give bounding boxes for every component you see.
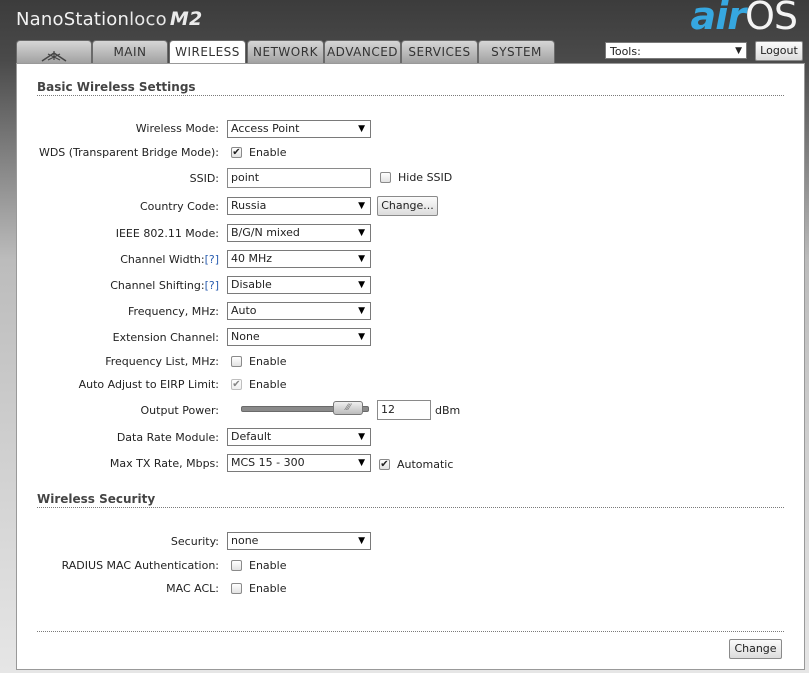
wds-enable-label: Enable	[249, 146, 287, 159]
airos-logo: airOS	[690, 0, 798, 38]
data-rate-module-label: Data Rate Module:	[116, 431, 219, 444]
channel-width-help-link[interactable]: [?]	[205, 253, 219, 266]
max-tx-automatic-checkbox[interactable]	[379, 459, 390, 470]
extension-channel-value: None	[231, 330, 260, 343]
output-power-label: Output Power:	[140, 404, 219, 417]
chevron-down-icon: ▼	[358, 458, 365, 468]
ieee-mode-select[interactable]: B/G/N mixed ▼	[227, 224, 371, 242]
device-brand: NanoStationloco M2	[16, 8, 202, 30]
change-country-button[interactable]: Change...	[377, 196, 438, 216]
chevron-down-icon: ▼	[358, 254, 365, 264]
auto-adjust-eirp-label: Auto Adjust to EIRP Limit:	[78, 378, 219, 391]
max-tx-rate-label: Max TX Rate, Mbps:	[109, 457, 219, 470]
tab-network[interactable]: NETWORK	[247, 40, 324, 64]
chevron-down-icon: ▼	[358, 228, 365, 238]
airos-logo-air: air	[690, 0, 746, 38]
output-power-slider-handle[interactable]: ⁄⁄⁄	[333, 401, 364, 415]
tools-select-value: Tools:	[610, 45, 641, 58]
frequency-label: Frequency, MHz:	[127, 305, 219, 318]
tab-advanced[interactable]: ADVANCED	[324, 40, 401, 64]
chevron-down-icon: ▼	[358, 332, 365, 342]
frequency-list-label: Frequency List, MHz:	[105, 355, 219, 368]
tools-select[interactable]: Tools: ▼	[605, 42, 747, 59]
max-tx-rate-select[interactable]: MCS 15 - 300 ▼	[227, 454, 371, 472]
ssid-label: SSID:	[189, 172, 219, 185]
brand-name: NanoStation	[16, 9, 130, 30]
channel-shifting-label-text: Channel Shifting:	[110, 279, 205, 292]
extension-channel-select[interactable]: None ▼	[227, 328, 371, 346]
channel-shifting-value: Disable	[231, 278, 272, 291]
radius-mac-auth-enable-label: Enable	[249, 559, 287, 572]
data-rate-module-select[interactable]: Default ▼	[227, 428, 371, 446]
tab-services[interactable]: SERVICES	[401, 40, 478, 64]
brand-sub: loco	[129, 9, 167, 30]
section-divider	[37, 95, 784, 96]
auto-adjust-eirp-checkbox[interactable]	[231, 379, 242, 390]
country-code-label: Country Code:	[139, 200, 219, 213]
wireless-mode-label: Wireless Mode:	[135, 122, 219, 135]
chevron-down-icon: ▼	[358, 432, 365, 442]
channel-width-value: 40 MHz	[231, 252, 273, 265]
ssid-input[interactable]: point	[227, 168, 371, 188]
tab-system[interactable]: SYSTEM	[478, 40, 555, 64]
chevron-down-icon: ▼	[358, 306, 365, 316]
chevron-down-icon: ▼	[358, 280, 365, 290]
radius-mac-auth-label: RADIUS MAC Authentication:	[61, 559, 219, 572]
channel-shifting-select[interactable]: Disable ▼	[227, 276, 371, 294]
wireless-security-title: Wireless Security	[37, 492, 156, 506]
radius-mac-auth-checkbox[interactable]	[231, 560, 242, 571]
wds-label: WDS (Transparent Bridge Mode):	[38, 146, 219, 159]
chevron-down-icon: ▼	[735, 46, 742, 56]
ssid-value: point	[231, 171, 260, 184]
output-power-input[interactable]: 12	[377, 400, 431, 420]
footer-divider	[37, 631, 784, 632]
airos-logo-os: OS	[744, 0, 798, 38]
tab-wireless[interactable]: WIRELESS	[169, 40, 246, 65]
ieee-mode-value: B/G/N mixed	[231, 226, 300, 239]
tab-ubiquiti-logo[interactable]	[16, 40, 92, 64]
frequency-list-enable-label: Enable	[249, 355, 287, 368]
brand-model: M2	[169, 8, 203, 30]
logout-button[interactable]: Logout	[755, 41, 803, 61]
mac-acl-enable-label: Enable	[249, 582, 287, 595]
basic-wireless-settings-title: Basic Wireless Settings	[37, 80, 196, 94]
data-rate-module-value: Default	[231, 430, 272, 443]
wireless-mode-value: Access Point	[231, 122, 300, 135]
channel-width-select[interactable]: 40 MHz ▼	[227, 250, 371, 268]
channel-width-label-text: Channel Width:	[120, 253, 205, 266]
hide-ssid-checkbox[interactable]	[380, 172, 391, 183]
wireless-settings-panel: Basic Wireless Settings Wireless Mode: A…	[16, 63, 805, 670]
hide-ssid-label: Hide SSID	[398, 171, 453, 184]
security-value: none	[231, 534, 259, 547]
output-power-value: 12	[381, 403, 395, 416]
channel-width-label: Channel Width:[?]	[120, 253, 219, 266]
section-divider	[37, 507, 784, 508]
frequency-list-enable-checkbox[interactable]	[231, 356, 242, 367]
mac-acl-checkbox[interactable]	[231, 583, 242, 594]
frequency-value: Auto	[231, 304, 257, 317]
frequency-select[interactable]: Auto ▼	[227, 302, 371, 320]
auto-adjust-eirp-enable-label: Enable	[249, 378, 287, 391]
security-select[interactable]: none ▼	[227, 532, 371, 550]
extension-channel-label: Extension Channel:	[112, 331, 219, 344]
chevron-down-icon: ▼	[358, 201, 365, 211]
chevron-down-icon: ▼	[358, 536, 365, 546]
wireless-mode-select[interactable]: Access Point ▼	[227, 120, 371, 138]
country-code-select[interactable]: Russia ▼	[227, 197, 371, 215]
max-tx-rate-value: MCS 15 - 300	[231, 456, 305, 469]
security-label: Security:	[170, 535, 219, 548]
max-tx-automatic-label: Automatic	[397, 458, 454, 471]
output-power-unit: dBm	[435, 404, 461, 417]
chevron-down-icon: ▼	[358, 124, 365, 134]
mac-acl-label: MAC ACL:	[166, 582, 219, 595]
tab-main[interactable]: MAIN	[92, 40, 168, 64]
change-button[interactable]: Change	[729, 639, 782, 659]
country-code-value: Russia	[231, 199, 267, 212]
wds-enable-checkbox[interactable]	[231, 147, 242, 158]
channel-shifting-label: Channel Shifting:[?]	[110, 279, 219, 292]
channel-shifting-help-link[interactable]: [?]	[205, 279, 219, 292]
ieee-mode-label: IEEE 802.11 Mode:	[115, 227, 219, 240]
